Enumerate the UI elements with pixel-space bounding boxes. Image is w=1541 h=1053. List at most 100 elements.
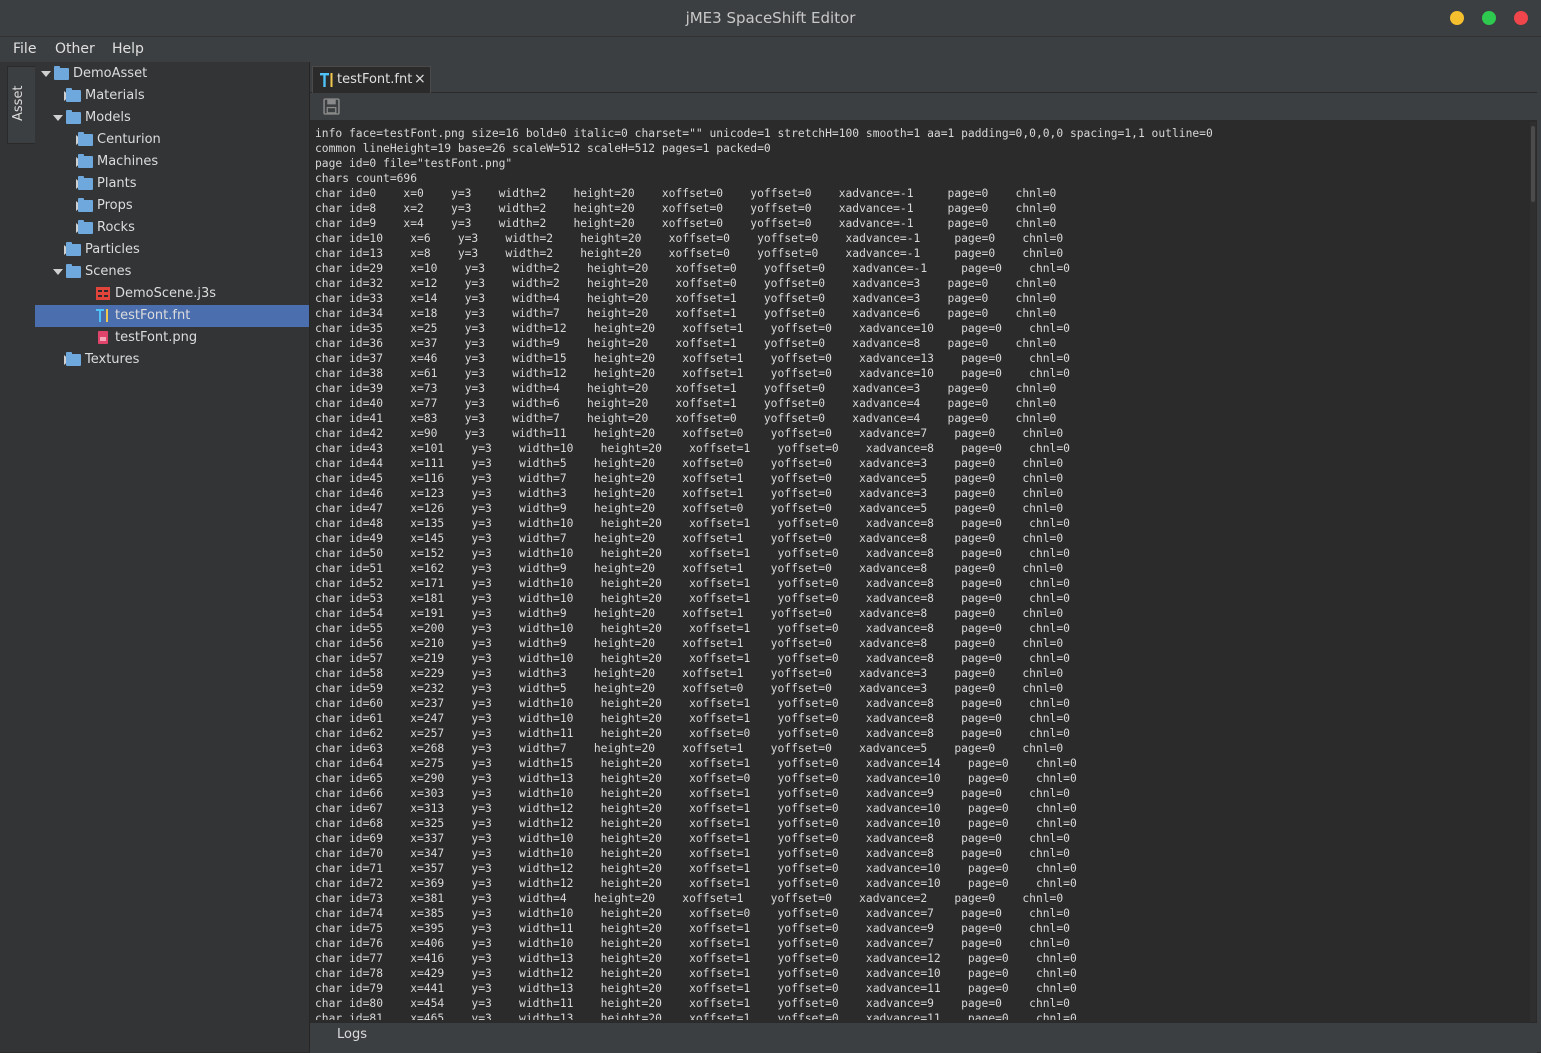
text-line: info face=testFont.png size=16 bold=0 it… xyxy=(315,127,1213,140)
text-line: char id=65 x=290 y=3 width=13 height=20 … xyxy=(315,772,1077,785)
title-bar: jME3 SpaceShift Editor xyxy=(0,0,1541,37)
font-file-text[interactable]: info face=testFont.png size=16 bold=0 it… xyxy=(315,126,1525,1020)
menu-file[interactable]: File xyxy=(13,41,36,57)
text-line: char id=38 x=61 y=3 width=12 height=20 x… xyxy=(315,367,1070,380)
tree-item[interactable]: Plants xyxy=(35,173,309,195)
text-line: char id=78 x=429 y=3 width=12 height=20 … xyxy=(315,967,1077,980)
text-line: char id=29 x=10 y=3 width=2 height=20 xo… xyxy=(315,262,1070,275)
tree-item[interactable]: Particles xyxy=(35,239,309,261)
folder-icon xyxy=(78,154,93,168)
menu-other[interactable]: Other xyxy=(55,41,95,57)
text-line: char id=54 x=191 y=3 width=9 height=20 x… xyxy=(315,607,1064,620)
tree-item[interactable]: testFont.fnt xyxy=(35,305,309,327)
tree-item[interactable]: Rocks xyxy=(35,217,309,239)
tree-item-label: testFont.fnt xyxy=(115,308,191,323)
scrollbar-thumb[interactable] xyxy=(1531,126,1535,202)
text-line: char id=36 x=37 y=3 width=9 height=20 xo… xyxy=(315,337,1057,350)
text-line: char id=61 x=247 y=3 width=10 height=20 … xyxy=(315,712,1070,725)
text-line: char id=75 x=395 y=3 width=11 height=20 … xyxy=(315,922,1070,935)
text-line: char id=74 x=385 y=3 width=10 height=20 … xyxy=(315,907,1070,920)
chevron-down-icon[interactable] xyxy=(41,71,51,77)
text-line: char id=71 x=357 y=3 width=12 height=20 … xyxy=(315,862,1077,875)
folder-icon xyxy=(78,176,93,190)
text-line: char id=62 x=257 y=3 width=11 height=20 … xyxy=(315,727,1070,740)
vertical-scrollbar[interactable] xyxy=(1530,122,1536,1022)
maximize-button[interactable] xyxy=(1482,11,1496,25)
tree-item[interactable]: Machines xyxy=(35,151,309,173)
text-line: char id=67 x=313 y=3 width=12 height=20 … xyxy=(315,802,1077,815)
save-icon[interactable] xyxy=(323,98,340,115)
chevron-down-icon[interactable] xyxy=(53,115,63,121)
tree-item-label: Materials xyxy=(85,88,145,103)
folder-icon xyxy=(78,132,93,146)
asset-side-tab[interactable]: Asset xyxy=(7,66,36,144)
tree-item[interactable]: DemoScene.j3s xyxy=(35,283,309,305)
text-line: char id=32 x=12 y=3 width=2 height=20 xo… xyxy=(315,277,1057,290)
folder-icon xyxy=(66,352,81,366)
editor-tab-label: testFont.fnt xyxy=(337,72,413,87)
text-line: char id=56 x=210 y=3 width=9 height=20 x… xyxy=(315,637,1064,650)
editor-tab-testfont[interactable]: testFont.fnt × xyxy=(312,66,431,93)
tree-item-label: Plants xyxy=(97,176,137,191)
window-title: jME3 SpaceShift Editor xyxy=(685,9,856,27)
text-line: char id=80 x=454 y=3 width=11 height=20 … xyxy=(315,997,1070,1010)
text-line: char id=51 x=162 y=3 width=9 height=20 x… xyxy=(315,562,1064,575)
menu-help[interactable]: Help xyxy=(112,41,144,57)
minimize-button[interactable] xyxy=(1450,11,1464,25)
tree-item-label: Rocks xyxy=(97,220,135,235)
text-line: char id=63 x=268 y=3 width=7 height=20 x… xyxy=(315,742,1064,755)
font-file-icon xyxy=(320,73,333,87)
text-line: char id=39 x=73 y=3 width=4 height=20 xo… xyxy=(315,382,1057,395)
folder-icon xyxy=(66,88,81,102)
chevron-down-icon[interactable] xyxy=(53,269,63,275)
text-line: page id=0 file="testFont.png" xyxy=(315,157,513,170)
scene-file-icon xyxy=(96,287,110,300)
asset-tree: DemoAsset Materials Models Centurion Machine… xyxy=(35,62,310,1052)
asset-side-tab-label: Asset xyxy=(11,85,26,121)
folder-icon xyxy=(66,264,81,278)
text-line: char id=70 x=347 y=3 width=10 height=20 … xyxy=(315,847,1070,860)
tree-item[interactable]: testFont.png xyxy=(35,327,309,349)
editor-toolbar xyxy=(310,93,1537,121)
text-line: char id=46 x=123 y=3 width=3 height=20 x… xyxy=(315,487,1064,500)
text-line: char id=68 x=325 y=3 width=12 height=20 … xyxy=(315,817,1077,830)
editor-tab-bar: testFont.fnt × xyxy=(310,62,1537,93)
text-line: char id=41 x=83 y=3 width=7 height=20 xo… xyxy=(315,412,1057,425)
text-line: char id=48 x=135 y=3 width=10 height=20 … xyxy=(315,517,1070,530)
tree-item-label: DemoScene.j3s xyxy=(115,286,217,301)
folder-icon xyxy=(78,220,93,234)
text-line: char id=79 x=441 y=3 width=13 height=20 … xyxy=(315,982,1077,995)
tree-item[interactable]: Scenes xyxy=(35,261,309,283)
folder-icon xyxy=(78,198,93,212)
tree-item-label: DemoAsset xyxy=(73,66,148,81)
tree-item-label: Centurion xyxy=(97,132,161,147)
text-line: char id=53 x=181 y=3 width=10 height=20 … xyxy=(315,592,1070,605)
tree-item-label: Particles xyxy=(85,242,140,257)
folder-icon xyxy=(66,110,81,124)
text-line: char id=81 x=465 y=3 width=13 height=20 … xyxy=(315,1012,1077,1020)
right-edge xyxy=(1537,62,1541,1052)
tree-item[interactable]: Textures xyxy=(35,349,309,371)
close-button[interactable] xyxy=(1514,11,1528,25)
text-line: chars count=696 xyxy=(315,172,418,185)
text-line: char id=55 x=200 y=3 width=10 height=20 … xyxy=(315,622,1070,635)
tree-item[interactable]: Centurion xyxy=(35,129,309,151)
logs-tab[interactable]: Logs xyxy=(337,1027,367,1042)
tree-item[interactable]: Props xyxy=(35,195,309,217)
tree-item[interactable]: Materials xyxy=(35,85,309,107)
text-line: char id=64 x=275 y=3 width=15 height=20 … xyxy=(315,757,1077,770)
tree-item[interactable]: DemoAsset xyxy=(35,63,309,85)
image-file-icon xyxy=(98,331,108,344)
tree-item-label: Props xyxy=(97,198,133,213)
tree-item-label: Models xyxy=(85,110,131,125)
text-line: char id=52 x=171 y=3 width=10 height=20 … xyxy=(315,577,1070,590)
text-line: char id=40 x=77 y=3 width=6 height=20 xo… xyxy=(315,397,1057,410)
text-line: char id=66 x=303 y=3 width=10 height=20 … xyxy=(315,787,1070,800)
text-line: common lineHeight=19 base=26 scaleW=512 … xyxy=(315,142,771,155)
text-line: char id=69 x=337 y=3 width=10 height=20 … xyxy=(315,832,1070,845)
tree-item[interactable]: Models xyxy=(35,107,309,129)
close-tab-icon[interactable]: × xyxy=(414,71,426,87)
tree-item-label: Textures xyxy=(85,352,140,367)
text-line: char id=35 x=25 y=3 width=12 height=20 x… xyxy=(315,322,1070,335)
text-line: char id=50 x=152 y=3 width=10 height=20 … xyxy=(315,547,1070,560)
